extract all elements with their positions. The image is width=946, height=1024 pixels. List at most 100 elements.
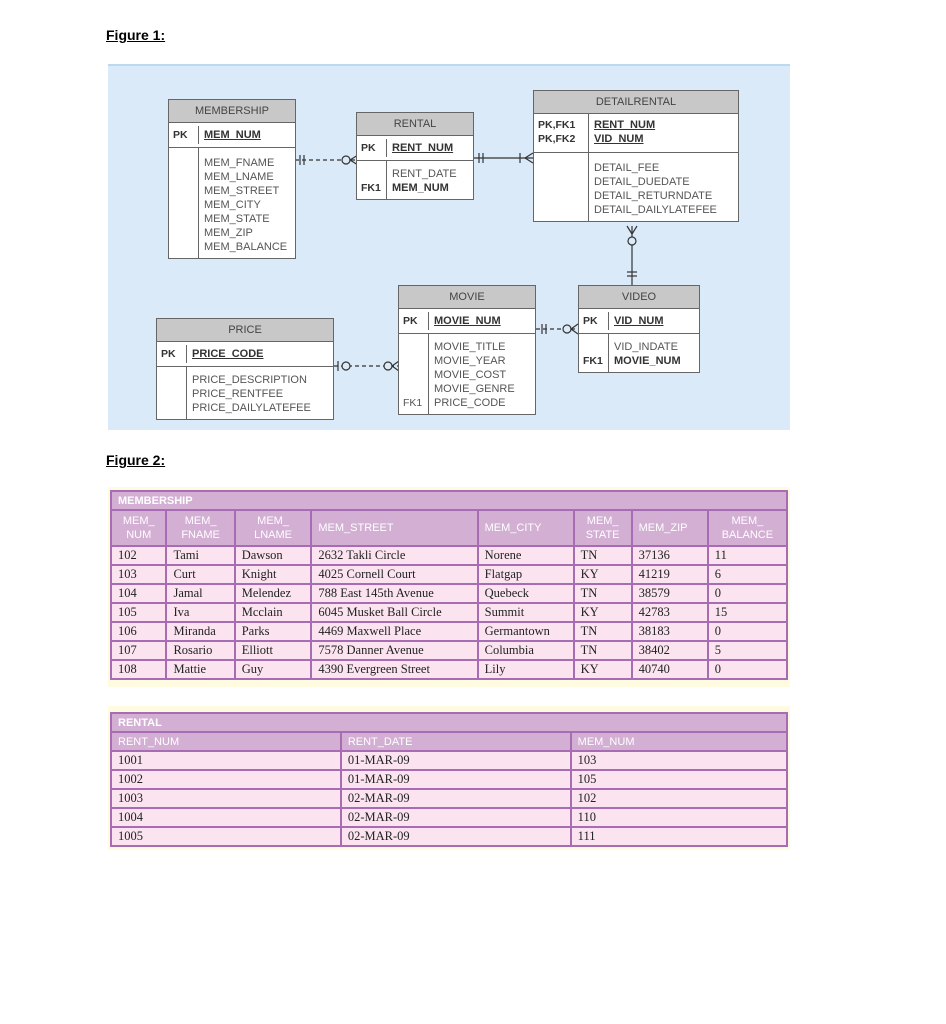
attribute: MEM_FNAME: [204, 157, 275, 169]
pk-label: PK: [579, 312, 609, 330]
header-text: STATE: [585, 529, 620, 541]
table-cell: 0: [706, 621, 789, 642]
column-header: MEM_NUM: [569, 731, 789, 752]
table-cell: Dawson: [233, 545, 313, 566]
entity-rental: RENTAL PK RENT_NUM FK1 RENT_DATE MEM_NUM: [356, 112, 474, 200]
entity-title: PRICE: [157, 319, 333, 342]
table-cell: TN: [572, 640, 633, 661]
table-cell: Guy: [233, 659, 313, 680]
foreign-key: MEM_NUM: [392, 182, 449, 194]
table-cell: 02-MAR-09: [339, 807, 572, 828]
table-cell: 38579: [630, 583, 709, 604]
table-cell: 788 East 145th Avenue: [310, 583, 479, 604]
table-cell: 103: [109, 564, 168, 585]
fk-label: FK1: [357, 161, 387, 199]
table-cell: Flatgap: [476, 564, 575, 585]
primary-key: RENT_NUM: [392, 142, 454, 154]
table-cell: Elliott: [233, 640, 313, 661]
header-text: MEM_ZIP: [638, 522, 688, 534]
table-cell: 111: [569, 826, 789, 847]
table-cell: 41219: [630, 564, 709, 585]
rental-table: RENTAL RENT_NUM RENT_DATE MEM_NUM 1001 01-M…: [110, 712, 789, 847]
table-cell: 01-MAR-09: [339, 769, 572, 790]
table-cell: Iva: [165, 602, 236, 623]
table-cell: TN: [572, 583, 633, 604]
entity-detailrental: DETAILRENTAL PK,FK1 PK,FK2 RENT_NUM VID_…: [533, 90, 739, 222]
entity-membership: MEMBERSHIP PK MEM_NUM MEM_FNAME MEM_LNAM…: [168, 99, 296, 259]
header-text: MEM_STREET: [318, 522, 394, 534]
attribute: MOVIE_COST: [434, 369, 507, 381]
header-text: MEM_: [184, 515, 217, 527]
erd-diagram: MEMBERSHIP PK MEM_NUM MEM_FNAME MEM_LNAM…: [108, 64, 790, 430]
table-cell: 105: [569, 769, 789, 790]
figure-1-label: Figure 1:: [106, 27, 166, 43]
column-header: MEM_ FNAME: [165, 509, 236, 547]
header-text: MEM_: [122, 515, 155, 527]
table-cell: 105: [109, 602, 168, 623]
primary-key: MOVIE_NUM: [434, 315, 501, 327]
table-cell: TN: [572, 545, 633, 566]
table-row: 1004 02-MAR-09 110: [110, 807, 789, 828]
table-row: 107 Rosario Elliott 7578 Danner Avenue Colum…: [109, 640, 789, 661]
table-cell: Mattie: [165, 659, 236, 680]
table-cell: 1003: [110, 788, 342, 809]
header-text: FNAME: [181, 529, 220, 541]
table-row: 104 Jamal Melendez 788 East 145th Avenue Que…: [109, 583, 789, 604]
attribute: MEM_LNAME: [204, 171, 274, 183]
foreign-key: MOVIE_NUM: [614, 355, 681, 367]
table-cell: 37136: [630, 545, 709, 566]
attribute: DETAIL_DAILYLATEFEE: [594, 204, 717, 216]
table-cell: KY: [572, 659, 633, 680]
attribute: PRICE_DAILYLATEFEE: [192, 402, 311, 414]
table-cell: 1001: [110, 750, 342, 771]
table-cell: 103: [569, 750, 789, 771]
column-header: MEM_ZIP: [630, 509, 709, 547]
table-cell: 02-MAR-09: [339, 788, 572, 809]
header-text: MEM_CITY: [484, 522, 542, 534]
column-header: RENT_NUM: [110, 731, 342, 752]
header-row: RENT_NUM RENT_DATE MEM_NUM: [110, 731, 789, 752]
table-cell: Miranda: [165, 621, 236, 642]
table-cell: Mcclain: [233, 602, 313, 623]
attribute: DETAIL_RETURNDATE: [594, 190, 713, 202]
table-cell: KY: [572, 564, 633, 585]
entity-title: MEMBERSHIP: [169, 100, 295, 123]
table-cell: 5: [706, 640, 789, 661]
attribute: MEM_ZIP: [204, 227, 253, 239]
table-cell: 11: [706, 545, 789, 566]
attribute: DETAIL_FEE: [594, 162, 660, 174]
table-cell: Germantown: [476, 621, 575, 642]
attribute: MEM_BALANCE: [204, 241, 288, 253]
table-cell: 1004: [110, 807, 342, 828]
primary-key: MEM_NUM: [204, 129, 261, 141]
table-cell: 104: [109, 583, 168, 604]
entity-title: VIDEO: [579, 286, 699, 309]
pk-label: PK: [169, 126, 199, 144]
table-cell: 6: [706, 564, 789, 585]
table-row: 106 Miranda Parks 4469 Maxwell Place Germant…: [109, 621, 789, 642]
attribute: MEM_STREET: [204, 185, 280, 197]
table-cell: KY: [572, 602, 633, 623]
header-row: MEM_ NUM MEM_ FNAME MEM_ LNAME MEM_STREET MEM_C…: [109, 509, 789, 547]
table-cell: Melendez: [233, 583, 313, 604]
table-cell: 102: [109, 545, 168, 566]
header-text: LNAME: [254, 529, 292, 541]
primary-key: VID_NUM: [594, 133, 644, 145]
table-cell: TN: [572, 621, 633, 642]
table-cell: 7578 Danner Avenue: [310, 640, 479, 661]
table-row: 102 Tami Dawson 2632 Takli Circle Norene TN 37…: [109, 545, 789, 566]
header-text: BALANCE: [721, 529, 774, 541]
foreign-key: PRICE_CODE: [434, 397, 506, 409]
table-cell: 102: [569, 788, 789, 809]
pk-label: PK: [157, 345, 187, 363]
table-row: 103 Curt Knight 4025 Cornell Court Flatgap KY…: [109, 564, 789, 585]
table-cell: Lily: [476, 659, 575, 680]
pk-label: PK: [357, 139, 387, 157]
entity-title: DETAILRENTAL: [534, 91, 738, 114]
primary-key: RENT_NUM: [594, 119, 656, 131]
table-cell: 40740: [630, 659, 709, 680]
table-cell: Rosario: [165, 640, 236, 661]
primary-key: PRICE_CODE: [192, 348, 264, 360]
fk-label: FK1: [399, 334, 429, 414]
attribute: MOVIE_YEAR: [434, 355, 506, 367]
